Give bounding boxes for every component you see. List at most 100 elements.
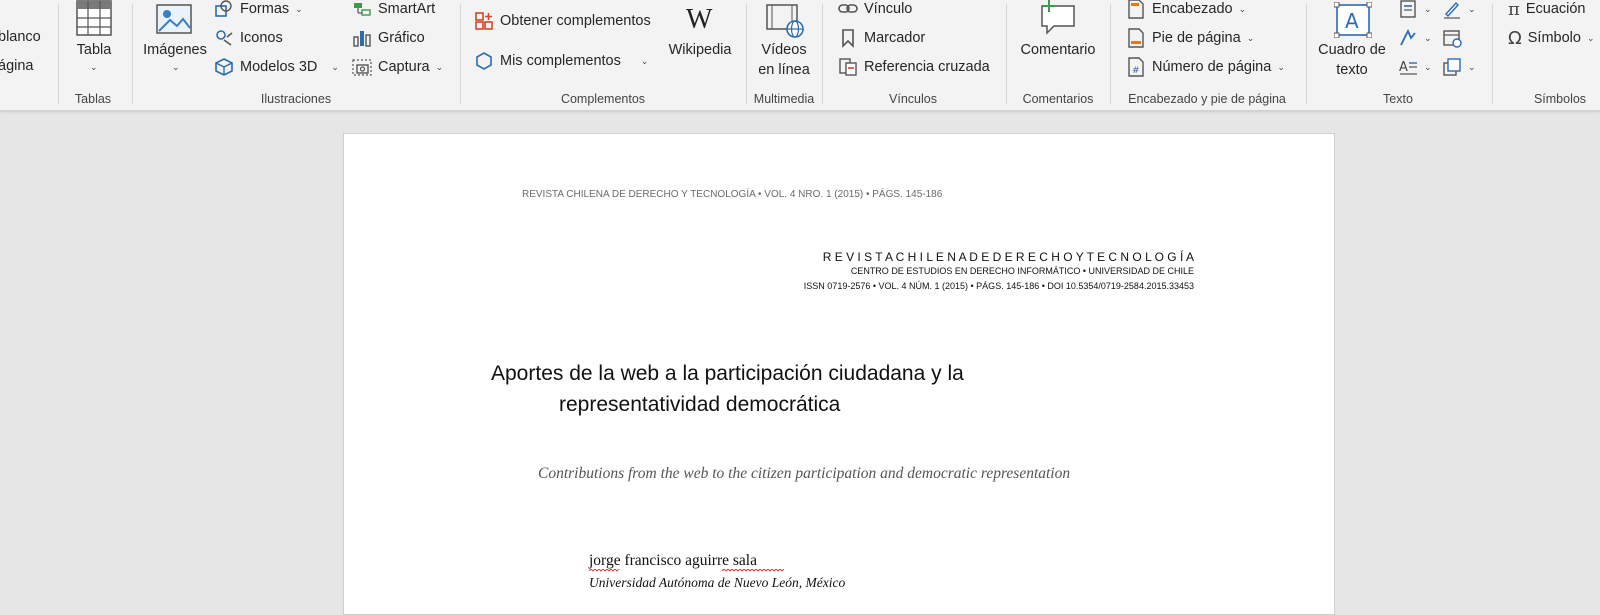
svg-text:A: A (1345, 9, 1359, 33)
wikipedia-icon: W (686, 4, 713, 35)
group-label-simbolos: Símbolos (1533, 92, 1587, 106)
smartart-label: SmartArt (378, 1, 436, 17)
equation-button[interactable]: π Ecuación (1508, 0, 1586, 20)
group-separator (1306, 4, 1307, 104)
link-label: Vínculo (864, 1, 913, 17)
3d-models-label: Modelos 3D (240, 59, 318, 75)
group-separator (132, 4, 133, 104)
cross-reference-label: Referencia cruzada (864, 59, 990, 75)
spelling-underline (589, 569, 619, 572)
blank-page-button[interactable]: blanco (0, 29, 41, 45)
get-addins-label: Obtener complementos (500, 13, 651, 29)
chevron-down-icon: ⌄ (1424, 61, 1432, 72)
text-box-label-2: texto (1336, 62, 1368, 78)
header-button[interactable]: Encabezado ⌄ (1126, 0, 1246, 20)
text-box-button[interactable]: A Cuadro de texto (1310, 0, 1394, 84)
shapes-icon (214, 0, 234, 19)
drop-cap-button[interactable]: A ⌄ (1398, 56, 1432, 78)
page-number-button[interactable]: # Número de página ⌄ (1126, 56, 1285, 78)
3d-models-button[interactable]: Modelos 3D ⌄ (214, 56, 339, 78)
chevron-down-icon: ⌄ (640, 55, 649, 66)
bookmark-button[interactable]: Marcador (838, 27, 925, 49)
omega-icon: Ω (1508, 27, 1522, 49)
smartart-button[interactable]: SmartArt (352, 0, 435, 20)
group-separator (822, 4, 823, 104)
screenshot-label: Captura (378, 59, 430, 75)
images-button-label: Imágenes (143, 42, 207, 58)
footer-button[interactable]: Pie de página ⌄ (1126, 27, 1254, 49)
journal-center: CENTRO DE ESTUDIOS EN DERECHO INFORMÁTIC… (850, 266, 1194, 276)
cube-icon (214, 57, 234, 77)
icons-button[interactable]: Iconos (214, 27, 283, 49)
chevron-down-icon: ⌄ (1277, 61, 1285, 72)
article-title-line-2: representatividad democrática (559, 393, 841, 416)
page-number-label: Número de página (1152, 59, 1272, 75)
video-icon (766, 4, 804, 38)
footer-label: Pie de página (1152, 30, 1241, 46)
page-break-button[interactable]: ágina (0, 58, 33, 74)
bookmark-label: Marcador (864, 30, 926, 46)
table-button-label: Tabla (76, 42, 112, 58)
journal-issn: ISSN 0719-2576 • VOL. 4 NÚM. 1 (2015) • … (803, 281, 1194, 291)
group-label-vinculos: Vínculos (889, 92, 937, 106)
group-label-multimedia: Multimedia (753, 92, 815, 106)
chevron-down-icon: ⌄ (1468, 61, 1476, 72)
screenshot-button[interactable]: Captura ⌄ (352, 56, 443, 78)
author-name: jorge francisco aguirre sala (589, 552, 757, 569)
date-time-button[interactable] (1442, 27, 1462, 49)
online-videos-button[interactable]: Vídeos en línea (750, 0, 818, 84)
document-page[interactable]: REVISTA CHILENA DE DERECHO Y TECNOLOGÍA … (343, 133, 1335, 615)
wordart-icon (1398, 28, 1418, 48)
group-label-complementos: Complementos (560, 92, 646, 106)
object-button[interactable]: ⌄ (1442, 56, 1476, 78)
journal-title: R E V I S T A C H I L E N A D E D E R E … (822, 250, 1194, 264)
pi-icon: π (1508, 0, 1520, 20)
store-icon (474, 11, 494, 31)
equation-label: Ecuación (1525, 1, 1586, 17)
signature-icon (1442, 0, 1462, 19)
footer-icon (1126, 28, 1146, 48)
quick-parts-button[interactable]: ⌄ (1398, 0, 1432, 20)
cross-reference-button[interactable]: Referencia cruzada (838, 56, 990, 78)
chevron-down-icon: ⌄ (435, 61, 444, 72)
group-separator (460, 4, 461, 104)
group-separator (1110, 4, 1111, 104)
symbol-button[interactable]: Ω Símbolo ⌄ (1508, 27, 1595, 49)
page-number-icon: # (1126, 57, 1146, 77)
header-label: Encabezado (1152, 1, 1233, 17)
images-button[interactable]: Imágenes ⌄ (140, 0, 210, 80)
group-label-tablas: Tablas (74, 92, 112, 106)
chevron-down-icon: ⌄ (331, 61, 339, 72)
shapes-button[interactable]: Formas ⌄ (214, 0, 303, 20)
spelling-underline (722, 569, 784, 572)
group-separator (746, 4, 747, 104)
group-label-encabezado: Encabezado y pie de página (1128, 92, 1286, 106)
chevron-down-icon: ⌄ (172, 62, 180, 72)
drop-cap-icon: A (1398, 57, 1418, 77)
table-icon (76, 0, 112, 36)
link-button[interactable]: Vínculo (838, 0, 912, 20)
object-icon (1442, 57, 1462, 77)
smartart-icon (352, 0, 372, 19)
comment-button[interactable]: Comentario (1010, 0, 1106, 80)
signature-line-button[interactable]: ⌄ (1442, 0, 1476, 20)
author-affiliation: Universidad Autónoma de Nuevo León, Méxi… (589, 575, 846, 590)
chevron-down-icon: ⌄ (1586, 32, 1595, 43)
calendar-icon (1442, 28, 1462, 48)
my-addins-button[interactable]: Mis complementos ⌄ (474, 50, 648, 72)
online-videos-label-1: Vídeos (761, 42, 807, 58)
chevron-down-icon: ⌄ (295, 3, 303, 14)
chevron-down-icon: ⌄ (1424, 3, 1432, 14)
shapes-label: Formas (240, 1, 290, 17)
text-box-icon: A (1334, 2, 1372, 38)
chart-button[interactable]: Gráfico (352, 27, 425, 49)
table-button[interactable]: Tabla ⌄ (68, 0, 120, 80)
article-subtitle: Contributions from the web to the citize… (538, 465, 1071, 482)
wikipedia-button[interactable]: W Wikipedia (660, 0, 740, 80)
get-addins-button[interactable]: Obtener complementos (474, 10, 651, 32)
image-icon (156, 4, 192, 36)
header-icon (1126, 0, 1146, 19)
my-addins-label: Mis complementos (500, 53, 621, 69)
wordart-button[interactable]: ⌄ (1398, 27, 1432, 49)
svg-text:#: # (1132, 66, 1140, 76)
